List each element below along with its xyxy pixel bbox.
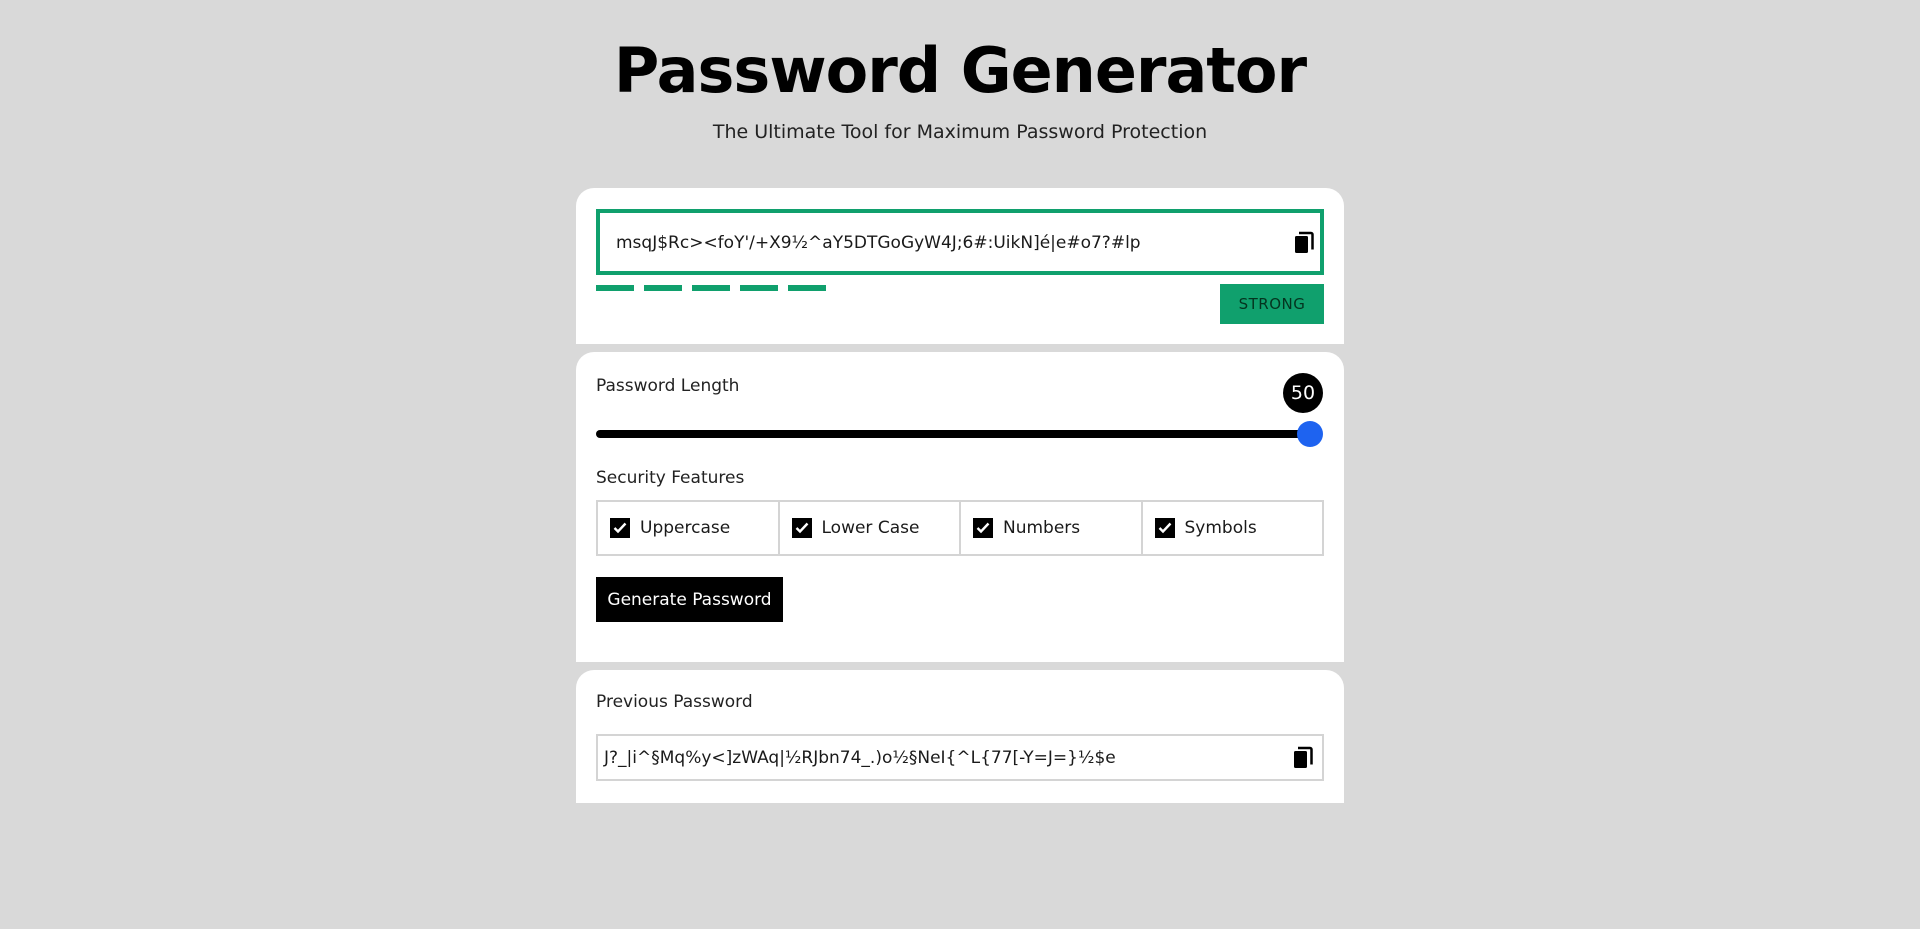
password-length-slider[interactable]	[596, 421, 1323, 447]
feature-symbols[interactable]: Symbols	[1143, 502, 1323, 554]
strength-bar-segment	[692, 285, 730, 291]
settings-card: Password Length 50 Security Features Upp…	[576, 352, 1344, 662]
slider-thumb[interactable]	[1297, 421, 1323, 447]
feature-lowercase[interactable]: Lower Case	[780, 502, 961, 554]
password-output-field[interactable]: msqJ$Rc><foY'/+X9½^aY5DTGoGyW4J;6#:UikN]…	[596, 209, 1324, 275]
strength-bar-segment	[788, 285, 826, 291]
security-features-label: Security Features	[596, 468, 745, 488]
generate-password-button[interactable]: Generate Password	[596, 577, 783, 622]
strength-bar-segment	[596, 285, 634, 291]
feature-uppercase[interactable]: Uppercase	[598, 502, 780, 554]
previous-password-text: J?_|i^§Mq%y<]zWAq|½RJbn74_.)o½§NeI{^L{77…	[604, 748, 1116, 768]
generated-password-text: msqJ$Rc><foY'/+X9½^aY5DTGoGyW4J;6#:UikN]…	[616, 233, 1141, 253]
feature-label: Uppercase	[640, 518, 731, 538]
checkbox-checked-icon[interactable]	[791, 518, 812, 538]
strength-label: STRONG	[1238, 295, 1306, 313]
strength-badge: STRONG	[1220, 284, 1324, 324]
feature-numbers[interactable]: Numbers	[961, 502, 1143, 554]
copy-icon[interactable]	[1293, 231, 1315, 255]
previous-password-card: Previous Password J?_|i^§Mq%y<]zWAq|½RJb…	[576, 670, 1344, 803]
password-output-card: msqJ$Rc><foY'/+X9½^aY5DTGoGyW4J;6#:UikN]…	[576, 188, 1344, 344]
feature-label: Lower Case	[821, 518, 920, 538]
page-title: Password Generator	[613, 34, 1307, 107]
strength-bar-segment	[644, 285, 682, 291]
checkbox-checked-icon[interactable]	[1154, 518, 1175, 538]
copy-icon[interactable]	[1292, 746, 1314, 770]
page-subtitle: The Ultimate Tool for Maximum Password P…	[712, 121, 1208, 143]
strength-bar-segment	[740, 285, 778, 291]
password-length-label: Password Length	[596, 376, 740, 396]
previous-password-label: Previous Password	[596, 692, 753, 712]
checkbox-checked-icon[interactable]	[610, 518, 630, 538]
checkbox-checked-icon[interactable]	[973, 518, 993, 538]
feature-label: Symbols	[1184, 518, 1257, 538]
previous-password-field[interactable]: J?_|i^§Mq%y<]zWAq|½RJbn74_.)o½§NeI{^L{77…	[596, 734, 1324, 781]
security-features-group: Uppercase Lower Case Numbers Symbols	[596, 500, 1324, 556]
password-length-value: 50	[1283, 373, 1323, 413]
feature-label: Numbers	[1003, 518, 1081, 538]
